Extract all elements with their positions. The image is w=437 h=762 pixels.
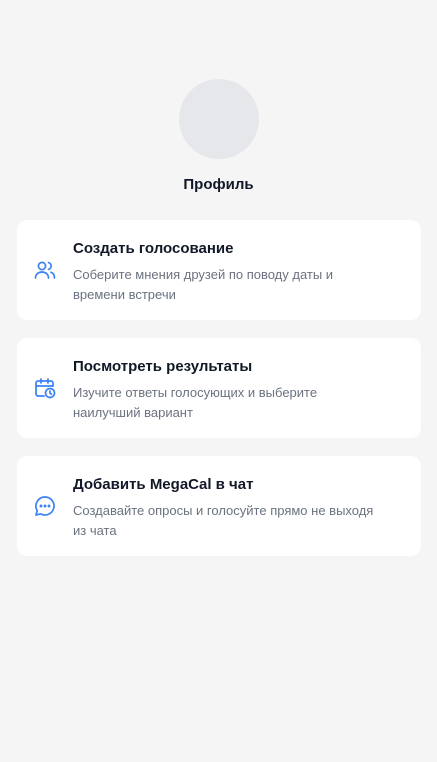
screen: Профиль Создать голосование Соберите мне… [0, 0, 437, 762]
profile-label: Профиль [183, 176, 254, 193]
create-poll-card[interactable]: Создать голосование Соберите мнения друз… [17, 220, 421, 320]
profile-section: Профиль [0, 79, 437, 193]
card-description: Соберите мнения друзей по поводу даты и … [73, 267, 334, 302]
card-description: Изучите ответы голосующих и выберите наи… [73, 385, 318, 420]
chat-bubble-icon [33, 494, 57, 518]
avatar[interactable] [178, 79, 259, 159]
card-description: Создавайте опросы и голосуйте прямо не в… [73, 503, 374, 538]
card-title: Посмотреть результаты [73, 358, 253, 375]
card-title: Добавить MegaCal в чат [73, 476, 254, 493]
add-to-chat-card[interactable]: Добавить MegaCal в чат Создавайте опросы… [17, 456, 421, 556]
view-results-card[interactable]: Посмотреть результаты Изучите ответы гол… [17, 338, 421, 438]
calendar-clock-icon [33, 376, 57, 400]
card-title: Создать голосование [73, 240, 234, 257]
users-icon [33, 258, 57, 282]
